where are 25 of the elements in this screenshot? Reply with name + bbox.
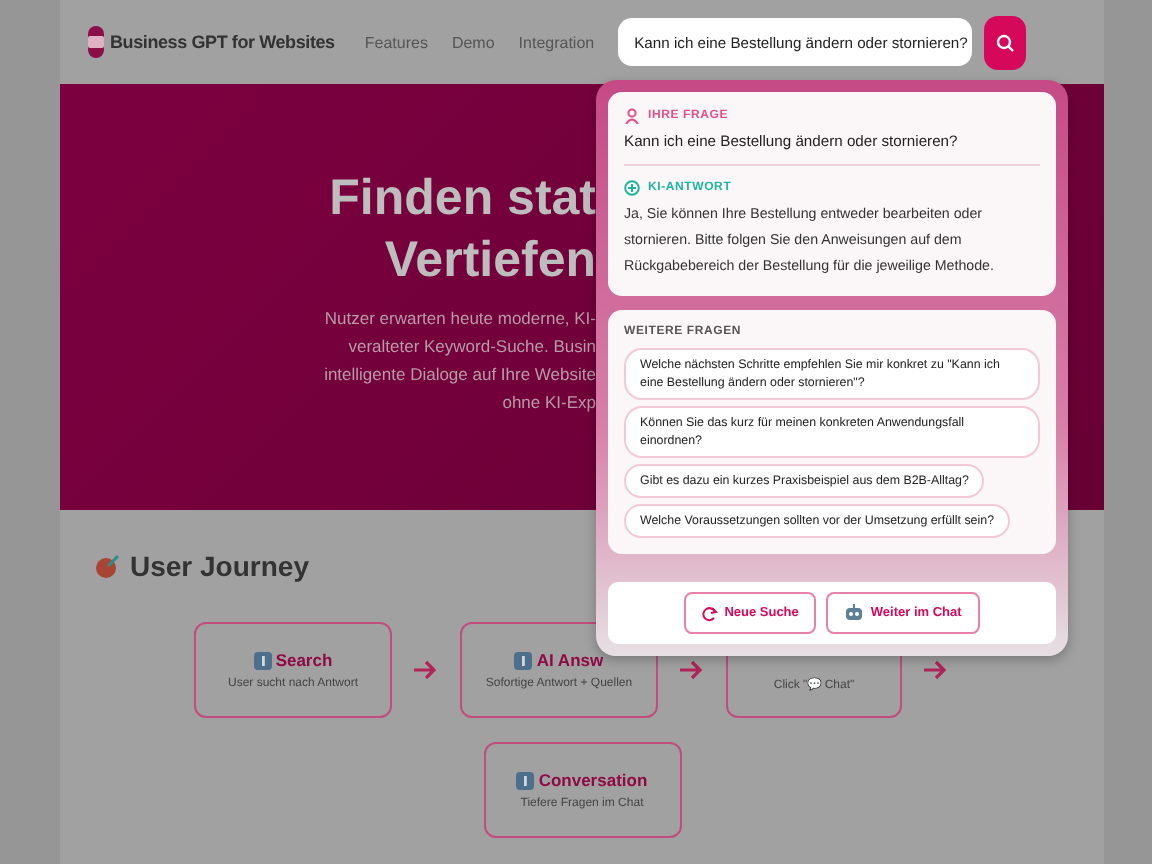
hero-text: veralteter Keyword-Suche. Busin: [348, 334, 596, 360]
info-icon: [514, 651, 533, 669]
arrow-icon: [924, 660, 948, 680]
step-title: Conversation: [538, 770, 648, 790]
hero-text: Nutzer erwarten heute moderne, KI-: [324, 306, 596, 332]
hero-title: Finden stat: [329, 168, 596, 230]
step-title: Search: [275, 650, 333, 670]
target-icon: [94, 554, 122, 578]
info-icon: [516, 771, 535, 789]
brand-name: Business GPT for Websites: [110, 32, 335, 52]
hero-text: ohne KI-Exp: [502, 390, 596, 416]
robot-icon: [844, 604, 865, 622]
refresh-icon: [702, 605, 719, 621]
search-button[interactable]: [984, 15, 1027, 69]
section-title: User Journey: [130, 550, 309, 582]
user-icon: [624, 108, 640, 124]
arrow-icon: [414, 660, 438, 680]
plus-circle-icon: [624, 180, 640, 196]
hero-title: Vertiefen: [384, 230, 596, 292]
hero-text: intelligente Dialoge auf Ihre Website: [324, 362, 596, 388]
logo-icon: [88, 26, 104, 58]
step-title: AI Answ: [536, 650, 604, 670]
search-icon: [996, 33, 1015, 51]
info-icon: [253, 651, 272, 669]
arrow-icon: [680, 660, 704, 680]
